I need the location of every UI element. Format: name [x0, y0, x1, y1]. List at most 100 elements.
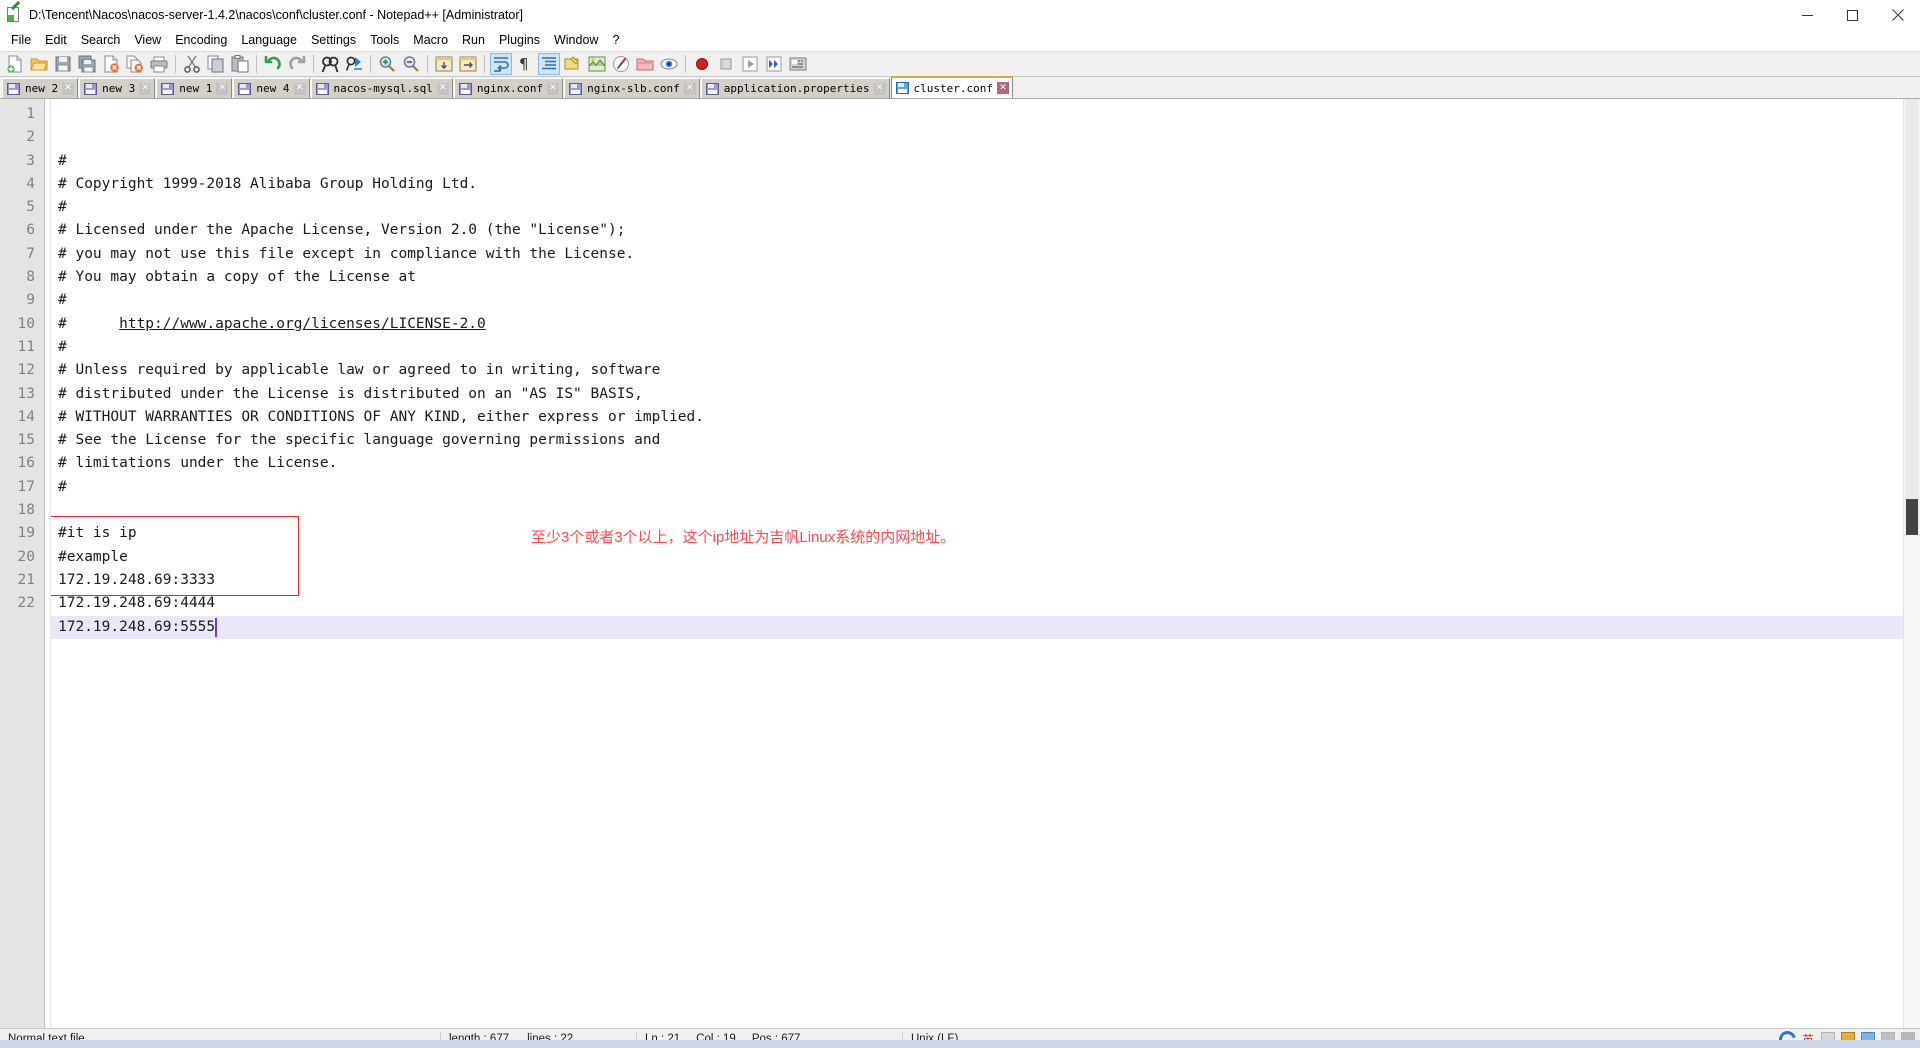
close-file-icon[interactable]: [100, 53, 122, 75]
function-list-icon[interactable]: [610, 53, 632, 75]
play-macro-icon[interactable]: [739, 53, 761, 75]
tab-close-icon[interactable]: ✕: [873, 82, 886, 95]
menu-view[interactable]: View: [127, 31, 168, 50]
tab-close-icon[interactable]: ✕: [139, 82, 152, 95]
open-file-icon[interactable]: [28, 53, 50, 75]
vertical-scrollbar[interactable]: [1903, 99, 1920, 1028]
tab-close-icon[interactable]: ✕: [683, 82, 696, 95]
tab-new-4[interactable]: new 4 ✕: [233, 78, 310, 98]
scrollbar-thumb[interactable]: [1905, 99, 1919, 529]
tab-nacos-mysql-sql[interactable]: nacos-mysql.sql ✕: [310, 78, 453, 98]
code-line[interactable]: #: [51, 289, 1920, 312]
license-url-link[interactable]: http://www.apache.org/licenses/LICENSE-2…: [119, 316, 486, 332]
paste-icon[interactable]: [229, 53, 251, 75]
sync-horizontal-scroll-icon[interactable]: [457, 53, 479, 75]
code-line[interactable]: [51, 499, 1920, 522]
find-icon[interactable]: [319, 53, 341, 75]
tab-close-icon[interactable]: ✕: [216, 82, 229, 95]
code-line[interactable]: # Licensed under the Apache License, Ver…: [51, 219, 1920, 242]
tab-save-icon: [569, 82, 583, 95]
tab-close-icon[interactable]: ✕: [293, 82, 306, 95]
menu-language[interactable]: Language: [234, 31, 304, 50]
menu-plugins[interactable]: Plugins: [492, 31, 547, 50]
tab-save-icon: [7, 82, 20, 95]
copy-icon[interactable]: [205, 53, 227, 75]
code-line[interactable]: 172.19.248.69:5555: [51, 615, 1920, 639]
code-line[interactable]: #it is ip: [51, 522, 1920, 545]
code-line[interactable]: # Copyright 1999-2018 Alibaba Group Hold…: [51, 173, 1920, 196]
code-line[interactable]: # distributed under the License is distr…: [51, 383, 1920, 406]
maximize-button[interactable]: [1830, 0, 1875, 30]
menu-file[interactable]: File: [4, 31, 38, 50]
code-line[interactable]: #: [51, 150, 1920, 173]
new-file-icon[interactable]: [4, 53, 26, 75]
print-icon[interactable]: [148, 53, 170, 75]
code-line[interactable]: # You may obtain a copy of the License a…: [51, 266, 1920, 289]
code-line[interactable]: 172.19.248.69:3333: [51, 569, 1920, 592]
code-line[interactable]: # Unless required by applicable law or a…: [51, 359, 1920, 382]
code-line[interactable]: # WITHOUT WARRANTIES OR CONDITIONS OF AN…: [51, 406, 1920, 429]
save-macro-icon[interactable]: [787, 53, 809, 75]
menu-window[interactable]: Window: [547, 31, 605, 50]
menu-edit[interactable]: Edit: [38, 31, 74, 50]
tab-close-icon[interactable]: ✕: [436, 82, 449, 95]
code-line[interactable]: #: [51, 336, 1920, 359]
folder-as-workspace-icon[interactable]: [634, 53, 656, 75]
save-all-icon[interactable]: [76, 53, 98, 75]
menu-settings[interactable]: Settings: [304, 31, 363, 50]
tab-new-3[interactable]: new 3 ✕: [79, 78, 156, 98]
sync-vertical-scroll-icon[interactable]: [433, 53, 455, 75]
tab-label: new 3: [102, 82, 136, 95]
code-line[interactable]: #: [51, 196, 1920, 219]
run-macro-multiple-icon[interactable]: [763, 53, 785, 75]
indent-guide-icon[interactable]: [538, 53, 560, 75]
user-defined-dialog-icon[interactable]: [562, 53, 584, 75]
toolbar-separator: [484, 55, 485, 73]
tab-nginx-slb-conf[interactable]: nginx-slb.conf ✕: [564, 78, 700, 98]
stop-macro-icon[interactable]: [715, 53, 737, 75]
tab-save-icon: [84, 82, 98, 95]
menu-run[interactable]: Run: [455, 31, 492, 50]
code-line[interactable]: # limitations under the License.: [51, 452, 1920, 475]
tab-close-icon[interactable]: ✕: [547, 82, 560, 95]
menu-macro[interactable]: Macro: [406, 31, 455, 50]
tab-new-2[interactable]: new 2 ✕: [2, 78, 79, 98]
minimize-button[interactable]: [1785, 0, 1830, 30]
zoom-in-icon[interactable]: [376, 53, 398, 75]
code-line[interactable]: #: [51, 476, 1920, 499]
redo-icon[interactable]: [286, 53, 308, 75]
menu-bar: File Edit Search View Encoding Language …: [0, 30, 1920, 51]
close-all-icon[interactable]: [124, 53, 146, 75]
menu-tools[interactable]: Tools: [363, 31, 406, 50]
zoom-out-icon[interactable]: [400, 53, 422, 75]
monitoring-icon[interactable]: [658, 53, 680, 75]
tab-close-icon[interactable]: ✕: [996, 82, 1009, 94]
document-map-icon[interactable]: [586, 53, 608, 75]
cut-icon[interactable]: [181, 53, 203, 75]
undo-icon[interactable]: [262, 53, 284, 75]
replace-icon[interactable]: [343, 53, 365, 75]
tab-nginx-conf[interactable]: nginx.conf ✕: [453, 78, 564, 98]
code-line[interactable]: # http://www.apache.org/licenses/LICENSE…: [51, 313, 1920, 336]
record-macro-icon[interactable]: [691, 53, 713, 75]
menu-help[interactable]: ?: [605, 31, 626, 50]
code-line[interactable]: # you may not use this file except in co…: [51, 243, 1920, 266]
code-text-area[interactable]: # # Copyright 1999-2018 Alibaba Group Hol…: [51, 99, 1920, 1028]
code-line[interactable]: #example: [51, 546, 1920, 569]
tab-label: new 4: [256, 82, 290, 95]
word-wrap-icon[interactable]: [490, 53, 512, 75]
save-icon[interactable]: [52, 53, 74, 75]
tab-label: cluster.conf: [913, 81, 993, 95]
menu-search[interactable]: Search: [74, 31, 128, 50]
code-line[interactable]: [51, 639, 1920, 662]
tab-cluster-conf[interactable]: cluster.conf ✕: [890, 76, 1013, 98]
code-line[interactable]: # See the License for the specific langu…: [51, 429, 1920, 452]
menu-encoding[interactable]: Encoding: [168, 31, 234, 50]
tab-new-1[interactable]: new 1 ✕: [156, 78, 233, 98]
close-button[interactable]: [1875, 0, 1920, 30]
tab-close-icon[interactable]: ✕: [62, 82, 75, 95]
tab-application-properties[interactable]: application.properties ✕: [700, 78, 890, 98]
editor-area: 1 2 3 4 5 6 7 8 9 10 11 12 13 14 15 16 17 18 19 20 21 22 # # C…: [0, 99, 1920, 1028]
code-line[interactable]: 172.19.248.69:4444: [51, 592, 1920, 615]
show-all-characters-icon[interactable]: ¶: [514, 53, 536, 75]
